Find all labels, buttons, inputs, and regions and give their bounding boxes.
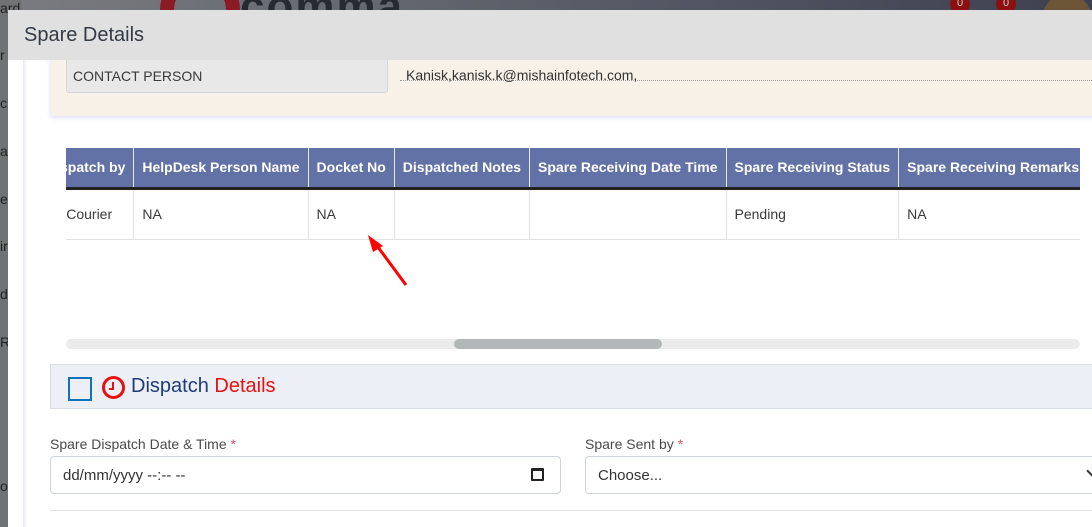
contact-person-label: CONTACT PERSON [66,60,388,93]
modal-body[interactable]: CONTACT PERSON Kanisk,kanisk.k@mishainfo… [23,60,1092,527]
contact-card: CONTACT PERSON Kanisk,kanisk.k@mishainfo… [50,60,1092,116]
spare-sent-by-label: Spare Sent by * [585,436,683,452]
required-asterisk: * [230,436,236,452]
cell-spare-receiving-date-time [529,188,727,240]
calendar-icon[interactable] [531,468,544,481]
form-divider [50,510,1092,511]
dispatch-date-label-text: Spare Dispatch Date & Time [50,436,227,452]
dispatch-details-header[interactable]: Dispatch Details [50,364,1092,409]
cell-spare-receiving-status: Pending [726,188,900,240]
col-helpdesk-person-name: HelpDesk Person Name [133,148,309,190]
col-spare-receiving-date-time: Spare Receiving Date Time [529,148,727,190]
title-part-dispatch: Dispatch [131,375,209,397]
dispatch-date-label: Spare Dispatch Date & Time * [50,436,236,452]
scrollbar-thumb[interactable] [454,339,662,349]
col-dispatch-by: Dispatch by [66,148,135,190]
col-spare-receiving-remarks: Spare Receiving Remarks [898,148,1080,190]
cell-dispatch-by: By Courier [66,188,135,240]
cell-docket-no: NA [308,188,395,240]
cell-helpdesk-person-name: NA [133,188,309,240]
col-docket-no: Docket No [308,148,395,190]
date-placeholder: dd/mm/yyyy --:-- -- [63,467,186,484]
chevron-down-icon [1086,465,1092,477]
select-value: Choose... [598,467,663,484]
spare-table-container: Dispatch by HelpDesk Person Name Docket … [66,148,1080,240]
cell-spare-receiving-remarks: NA [898,188,1080,240]
dispatch-details-checkbox[interactable] [68,377,92,401]
modal-title: Spare Details [24,24,145,46]
modal-header: Spare Details [8,10,1092,60]
dispatch-details-title: Dispatch Details [131,375,276,398]
spare-table: Dispatch by HelpDesk Person Name Docket … [66,148,1080,240]
clock-icon [102,376,125,399]
title-part-details: Details [214,375,276,397]
cell-dispatched-notes [394,188,531,240]
spare-details-modal: Spare Details CONTACT PERSON Kanisk,kani… [8,10,1092,527]
col-dispatched-notes: Dispatched Notes [394,148,531,190]
table-row: By Courier NA NA Pending NA [66,188,1080,240]
dispatch-date-time-input[interactable]: dd/mm/yyyy --:-- -- [50,456,561,494]
col-spare-receiving-status: Spare Receiving Status [726,148,900,190]
contact-person-value: Kanisk,kanisk.k@mishainfotech.com, [400,60,1092,83]
spare-sent-by-select[interactable]: Choose... [585,456,1092,494]
table-horizontal-scrollbar[interactable] [66,339,1080,349]
spare-sent-by-label-text: Spare Sent by [585,436,674,452]
table-header-row: Dispatch by HelpDesk Person Name Docket … [66,148,1080,190]
required-asterisk: * [677,436,684,452]
